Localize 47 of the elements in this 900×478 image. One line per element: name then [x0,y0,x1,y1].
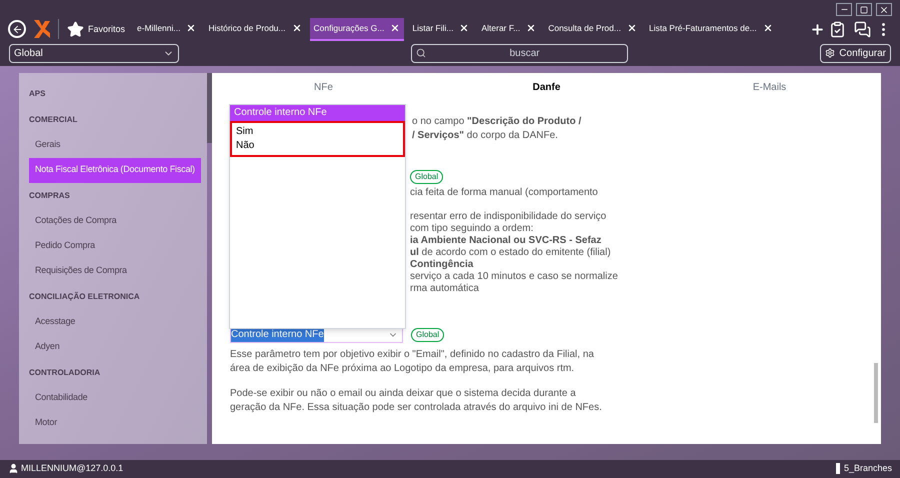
user-label: MILLENNIUM@127.0.0.1 [21,462,124,476]
description-text: / Serviços" do corpo da DANFe. [412,128,559,143]
search-field[interactable]: buscar [411,44,628,63]
description-text: ia Ambiente Nacional ou SVC-RS - Sefaz [410,234,602,247]
dropdown-option[interactable]: Não [232,138,403,153]
sidebar-item[interactable]: Gerais [29,132,201,158]
description-text: serviço a cada 10 minutos e caso se normalize [410,270,619,283]
tab[interactable]: Consulta de Prod... [544,18,641,41]
sidebar-item[interactable]: Cotações de Compra [29,208,201,234]
description-text: o no campo "Descrição do Produto / [412,114,582,129]
sidebar-section-header: CONTROLADORIA [28,366,102,379]
description-text: cia feita de forma manual (comportamento [410,186,599,199]
description-text: resentar erro de indisponibilidade do serviço [410,210,608,223]
sidebar-item[interactable]: Pedido Compra [29,234,201,259]
scope-badge: Global [411,328,444,342]
description-text: rma automática [410,282,480,295]
sidebar-section-header: APS [28,88,46,100]
description-text: com tipo seguindo a ordem: [410,222,534,235]
description-text: ul de acordo com o estado do emitente (filial) [410,246,612,259]
content-tab[interactable]: Danfe [435,80,658,96]
scope-badge: Global [410,170,444,184]
description-text: Esse parâmetro tem por objetivo exibir o "Email", definido no cadastro da Filial, na área de exibição da NFe próxima ao Logotipo da empresa, para arquivos rtm. [230,348,595,376]
sidebar-section-header: COMERCIAL [28,114,78,126]
tab[interactable]: Listar Fili... [408,18,474,41]
sidebar-item[interactable]: Motor [29,410,201,436]
scope-select[interactable]: Global [9,44,179,63]
sidebar-section-header: CONCILIAÇÃO ELETRONICA [28,290,141,303]
favorites-label[interactable]: Favoritos [88,22,126,36]
description-text: Contingência [410,258,474,271]
branch-label: 5_Branches [844,462,892,476]
sidebar-item[interactable]: Nota Fiscal Eletrônica (Documento Fiscal) [29,158,201,183]
tab[interactable]: Alterar F... [477,18,540,41]
sidebar-section-header: COMPRAS [28,190,71,202]
configure-button[interactable]: Configurar [820,44,891,63]
sidebar-item[interactable]: Adyen [29,334,201,360]
dropdown-option[interactable]: Sim [232,124,403,139]
content-tab[interactable]: NFe [212,80,435,96]
sidebar-item[interactable]: Requisições de Compra [29,258,201,284]
tab[interactable]: Configurações G... [310,18,404,41]
sidebar-item[interactable]: Contabilidade [29,386,201,411]
sidebar-item[interactable]: Acesstage [29,310,201,335]
tab[interactable]: Histórico de Produ... [204,18,306,41]
description-text: Pode-se exibir ou não o email ou ainda deixar que o sistema decida durante a geração da NFe. Essa situação pode ser controlada através do arquivo ini de NFes. [230,386,603,415]
content-tab[interactable]: E-Mails [658,80,881,96]
tab[interactable]: e-Millenni... [133,18,200,41]
tab[interactable]: Lista Pré-Faturamentos de... [644,18,777,41]
dropdown-header: Controle interno NFe [230,104,405,121]
